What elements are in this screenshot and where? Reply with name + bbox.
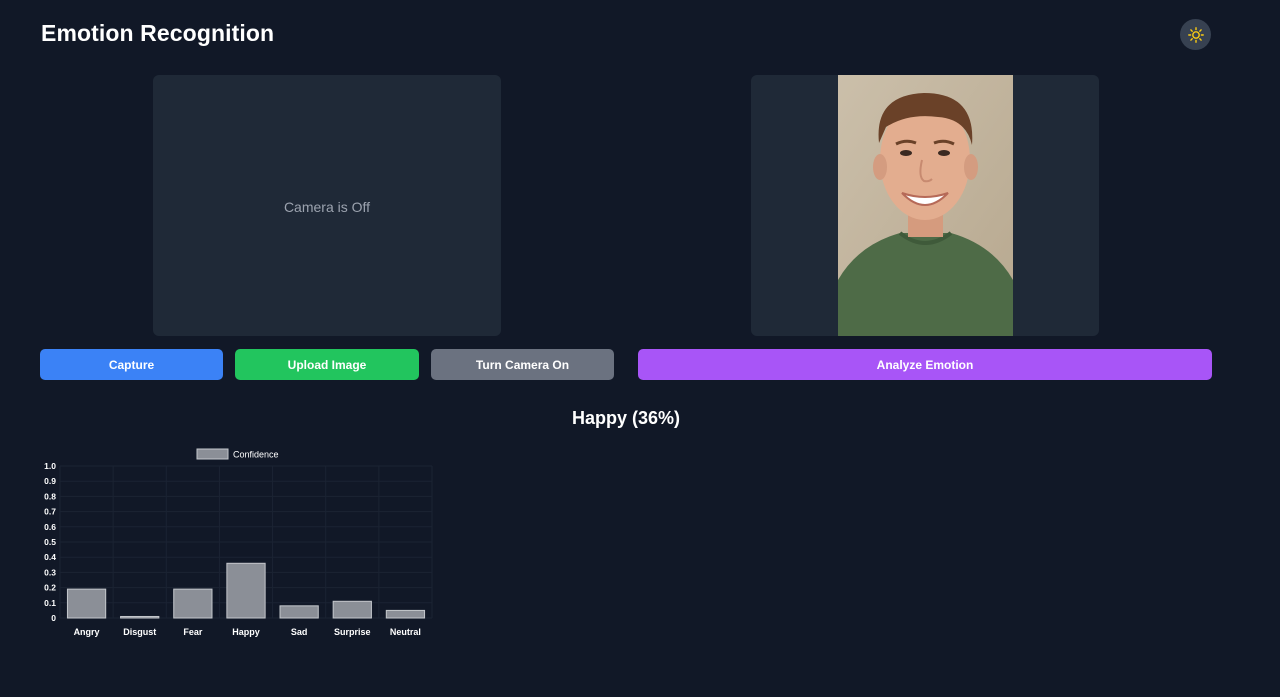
- x-tick-label: Fear: [183, 627, 203, 637]
- y-tick-label: 0.4: [44, 552, 56, 562]
- bar-surprise: [332, 600, 372, 619]
- y-tick-label: 0.1: [44, 598, 56, 608]
- y-tick-label: 0.6: [44, 522, 56, 532]
- y-tick-label: 0.7: [44, 507, 56, 517]
- bar-sad: [279, 605, 319, 619]
- y-tick-label: 1.0: [44, 461, 56, 471]
- x-tick-label: Angry: [74, 627, 100, 637]
- x-tick-label: Surprise: [334, 627, 371, 637]
- camera-preview: Camera is Off: [153, 75, 501, 336]
- y-tick-label: 0.2: [44, 583, 56, 593]
- y-tick-label: 0.8: [44, 491, 56, 501]
- x-tick-label: Neutral: [390, 627, 421, 637]
- y-tick-label: 0: [51, 613, 56, 623]
- legend-swatch: [196, 448, 229, 460]
- image-preview: [751, 75, 1099, 336]
- y-tick-label: 0.3: [44, 567, 56, 577]
- bar-neutral: [385, 609, 426, 619]
- analyze-emotion-button[interactable]: Analyze Emotion: [638, 349, 1212, 380]
- x-tick-label: Disgust: [123, 627, 156, 637]
- bar-fear: [173, 588, 213, 619]
- capture-button[interactable]: Capture: [40, 349, 223, 380]
- bar-disgust: [120, 615, 160, 619]
- y-tick-label: 0.5: [44, 537, 56, 547]
- legend-label: Confidence: [233, 450, 279, 460]
- camera-status-text: Camera is Off: [283, 199, 371, 215]
- confidence-chart: Confidence 0 0.1 0.2 0.3 0.4 0.5 0.6 0.7 0.8 0.9 1.…: [44, 448, 433, 637]
- sun-icon: [1187, 26, 1204, 43]
- emotion-result: Happy (36%): [571, 408, 681, 428]
- bar-happy: [226, 562, 266, 619]
- uploaded-photo: [838, 75, 1013, 336]
- bar-angry: [66, 588, 107, 619]
- turn-camera-on-button[interactable]: Turn Camera On: [431, 349, 614, 380]
- x-tick-label: Happy: [232, 627, 260, 637]
- upload-image-button[interactable]: Upload Image: [235, 349, 419, 380]
- y-tick-label: 0.9: [44, 476, 56, 486]
- x-tick-label: Sad: [291, 627, 308, 637]
- theme-toggle-button[interactable]: [1180, 19, 1211, 50]
- app-title: Emotion Recognition: [41, 20, 275, 46]
